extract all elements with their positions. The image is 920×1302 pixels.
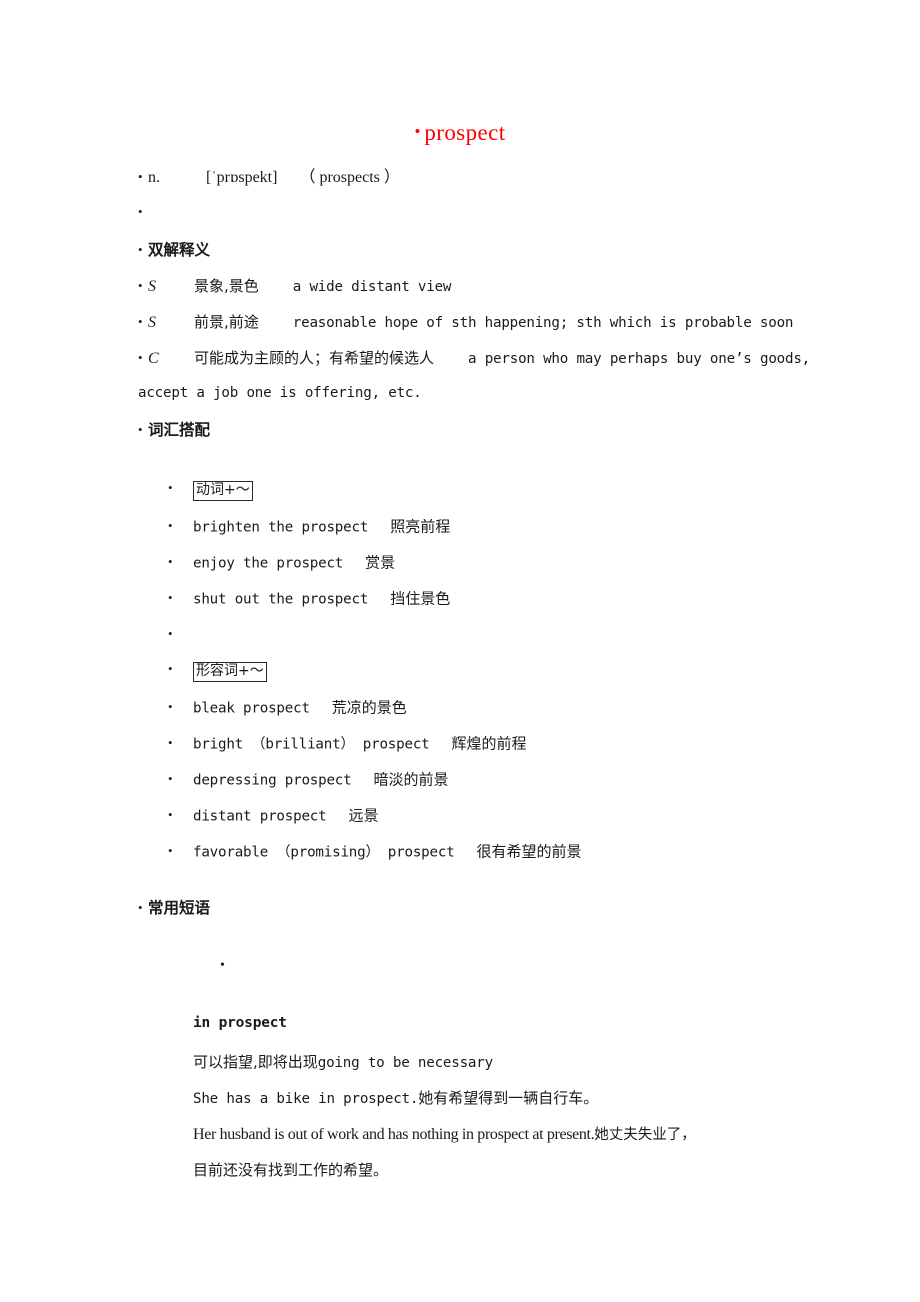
collocation-english: shut out the prospect (193, 591, 369, 608)
definition-chinese: 前景,前途 (194, 313, 259, 331)
title-text: prospect (424, 120, 506, 145)
section-heading-text: 词汇搭配 (148, 421, 211, 439)
bullet-icon: • (138, 314, 143, 329)
bullet-icon: • (168, 735, 173, 750)
collocation-english: bleak prospect (193, 700, 310, 717)
definition-english: a person who may perhaps buy one’s goods… (468, 351, 811, 367)
phrase-headword: in prospect (193, 1015, 287, 1031)
definition-english: a wide distant view (292, 279, 452, 295)
phrase-example-1: She has a bike in prospect.她有希望得到一辆自行车。 (193, 1087, 598, 1108)
countability-mark: C (148, 350, 159, 367)
example-english: She has a bike in prospect. (193, 1091, 419, 1107)
definition-english: reasonable hope of sth happening; sth wh… (292, 315, 794, 331)
section-heading-definitions: • 双解释义 (138, 240, 210, 260)
collocation-chinese: 暗淡的前景 (373, 770, 449, 789)
collocation-english: enjoy the prospect (193, 555, 344, 572)
bullet-icon: • (168, 843, 173, 858)
bullet-icon: • (168, 518, 173, 533)
bullet-icon: • (168, 661, 173, 676)
headword-line: • n. [ˈprɒspekt] （ prospects ） (138, 167, 400, 188)
bullet-icon: • (168, 590, 173, 605)
collocation-item: • favorable （promising） prospect 很有希望的前景 (168, 841, 582, 863)
bullet-icon: • (168, 771, 173, 786)
collocation-item: • enjoy the prospect 赏景 (168, 552, 395, 574)
section-heading-text: 双解释义 (148, 241, 211, 259)
ipa-pronunciation: [ˈprɒspekt] (206, 169, 278, 186)
bullet-icon: • (168, 626, 173, 641)
title-bullet-icon: • (414, 122, 421, 141)
countability-mark: S (148, 278, 156, 295)
definition-entry-3: • C 可能成为主顾的人；有希望的候选人 a person who may perha… (138, 348, 810, 369)
collocation-item: • depressing prospect 暗淡的前景 (168, 769, 449, 791)
definition-english-continuation: accept a job one is offering, etc. (138, 385, 422, 401)
example-chinese: 她丈夫失业了， (594, 1127, 696, 1143)
blank-bullet-line: • (138, 202, 148, 222)
collocation-chinese: 挡住景色 (390, 589, 451, 608)
collocation-item: • bleak prospect 荒凉的景色 (168, 697, 407, 719)
group-label-box: 形容词+～ (193, 661, 267, 682)
plural-form: （ prospects ） (299, 169, 400, 186)
collocation-chinese: 辉煌的前程 (451, 734, 527, 753)
bullet-icon: • (168, 480, 173, 495)
collocation-group-label-adjective: • 形容词+～ (168, 659, 267, 682)
definition-chinese: 景象,景色 (194, 277, 259, 295)
bullet-icon: • (138, 422, 143, 437)
collocation-item: • brighten the prospect 照亮前程 (168, 516, 450, 538)
example-chinese: 她有希望得到一辆自行车。 (418, 1089, 599, 1107)
collocation-chinese: 远景 (348, 806, 379, 825)
example-chinese-continuation: 目前还没有找到工作的希望。 (193, 1161, 389, 1179)
definition-entry-1: • S 景象,景色 a wide distant view (138, 276, 451, 297)
definition-entry-2: • S 前景,前途 reasonable hope of sth happening;… (138, 312, 793, 333)
phrase-example-2-continuation: 目前还没有找到工作的希望。 (193, 1159, 388, 1180)
section-heading-phrases: • 常用短语 (138, 898, 210, 918)
collocation-english: brighten the prospect (193, 519, 369, 536)
collocation-chinese: 很有希望的前景 (476, 842, 582, 861)
bullet-icon: • (138, 242, 143, 257)
collocation-blank-bullet: • (168, 624, 193, 646)
page-title: • prospect (0, 120, 920, 146)
collocation-english: bright （brilliant） prospect (193, 736, 430, 753)
phrase-example-2: Her husband is out of work and has nothi… (193, 1123, 696, 1144)
bullet-icon: • (138, 900, 143, 915)
phrase-gloss-chinese: 可以指望,即将出现 (193, 1053, 318, 1071)
phrase-lone-bullet-icon: • (220, 958, 225, 973)
example-english: Her husband is out of work and has nothi… (193, 1126, 595, 1143)
bullet-icon: • (138, 350, 143, 365)
collocation-english: distant prospect (193, 808, 327, 825)
bullet-icon: • (138, 169, 143, 184)
collocation-item: • shut out the prospect 挡住景色 (168, 588, 450, 610)
phrase-gloss: 可以指望,即将出现going to be necessary (193, 1051, 493, 1072)
collocation-group-label-verb: • 动词+～ (168, 478, 253, 501)
bullet-icon: • (138, 204, 143, 219)
bullet-icon: • (168, 699, 173, 714)
countability-mark: S (148, 314, 156, 331)
part-of-speech: n. (148, 169, 160, 186)
collocation-item: • distant prospect 远景 (168, 805, 378, 827)
document-page: • prospect • n. [ˈprɒspekt] （ prospects ） • … (0, 0, 920, 1302)
bullet-icon: • (168, 807, 173, 822)
group-label-box: 动词+～ (193, 480, 253, 501)
phrase-gloss-english: going to be necessary (317, 1055, 493, 1071)
definition-chinese: 可能成为主顾的人；有希望的候选人 (194, 349, 435, 367)
section-heading-text: 常用短语 (148, 899, 211, 917)
collocation-english: depressing prospect (193, 772, 352, 789)
collocation-chinese: 照亮前程 (390, 517, 451, 536)
collocation-chinese: 赏景 (365, 553, 396, 572)
bullet-icon: • (168, 554, 173, 569)
collocation-english: favorable （promising） prospect (193, 844, 455, 861)
section-heading-collocations: • 词汇搭配 (138, 420, 210, 440)
bullet-icon: • (138, 278, 143, 293)
collocation-item: • bright （brilliant） prospect 辉煌的前程 (168, 733, 527, 755)
collocation-chinese: 荒凉的景色 (331, 698, 407, 717)
